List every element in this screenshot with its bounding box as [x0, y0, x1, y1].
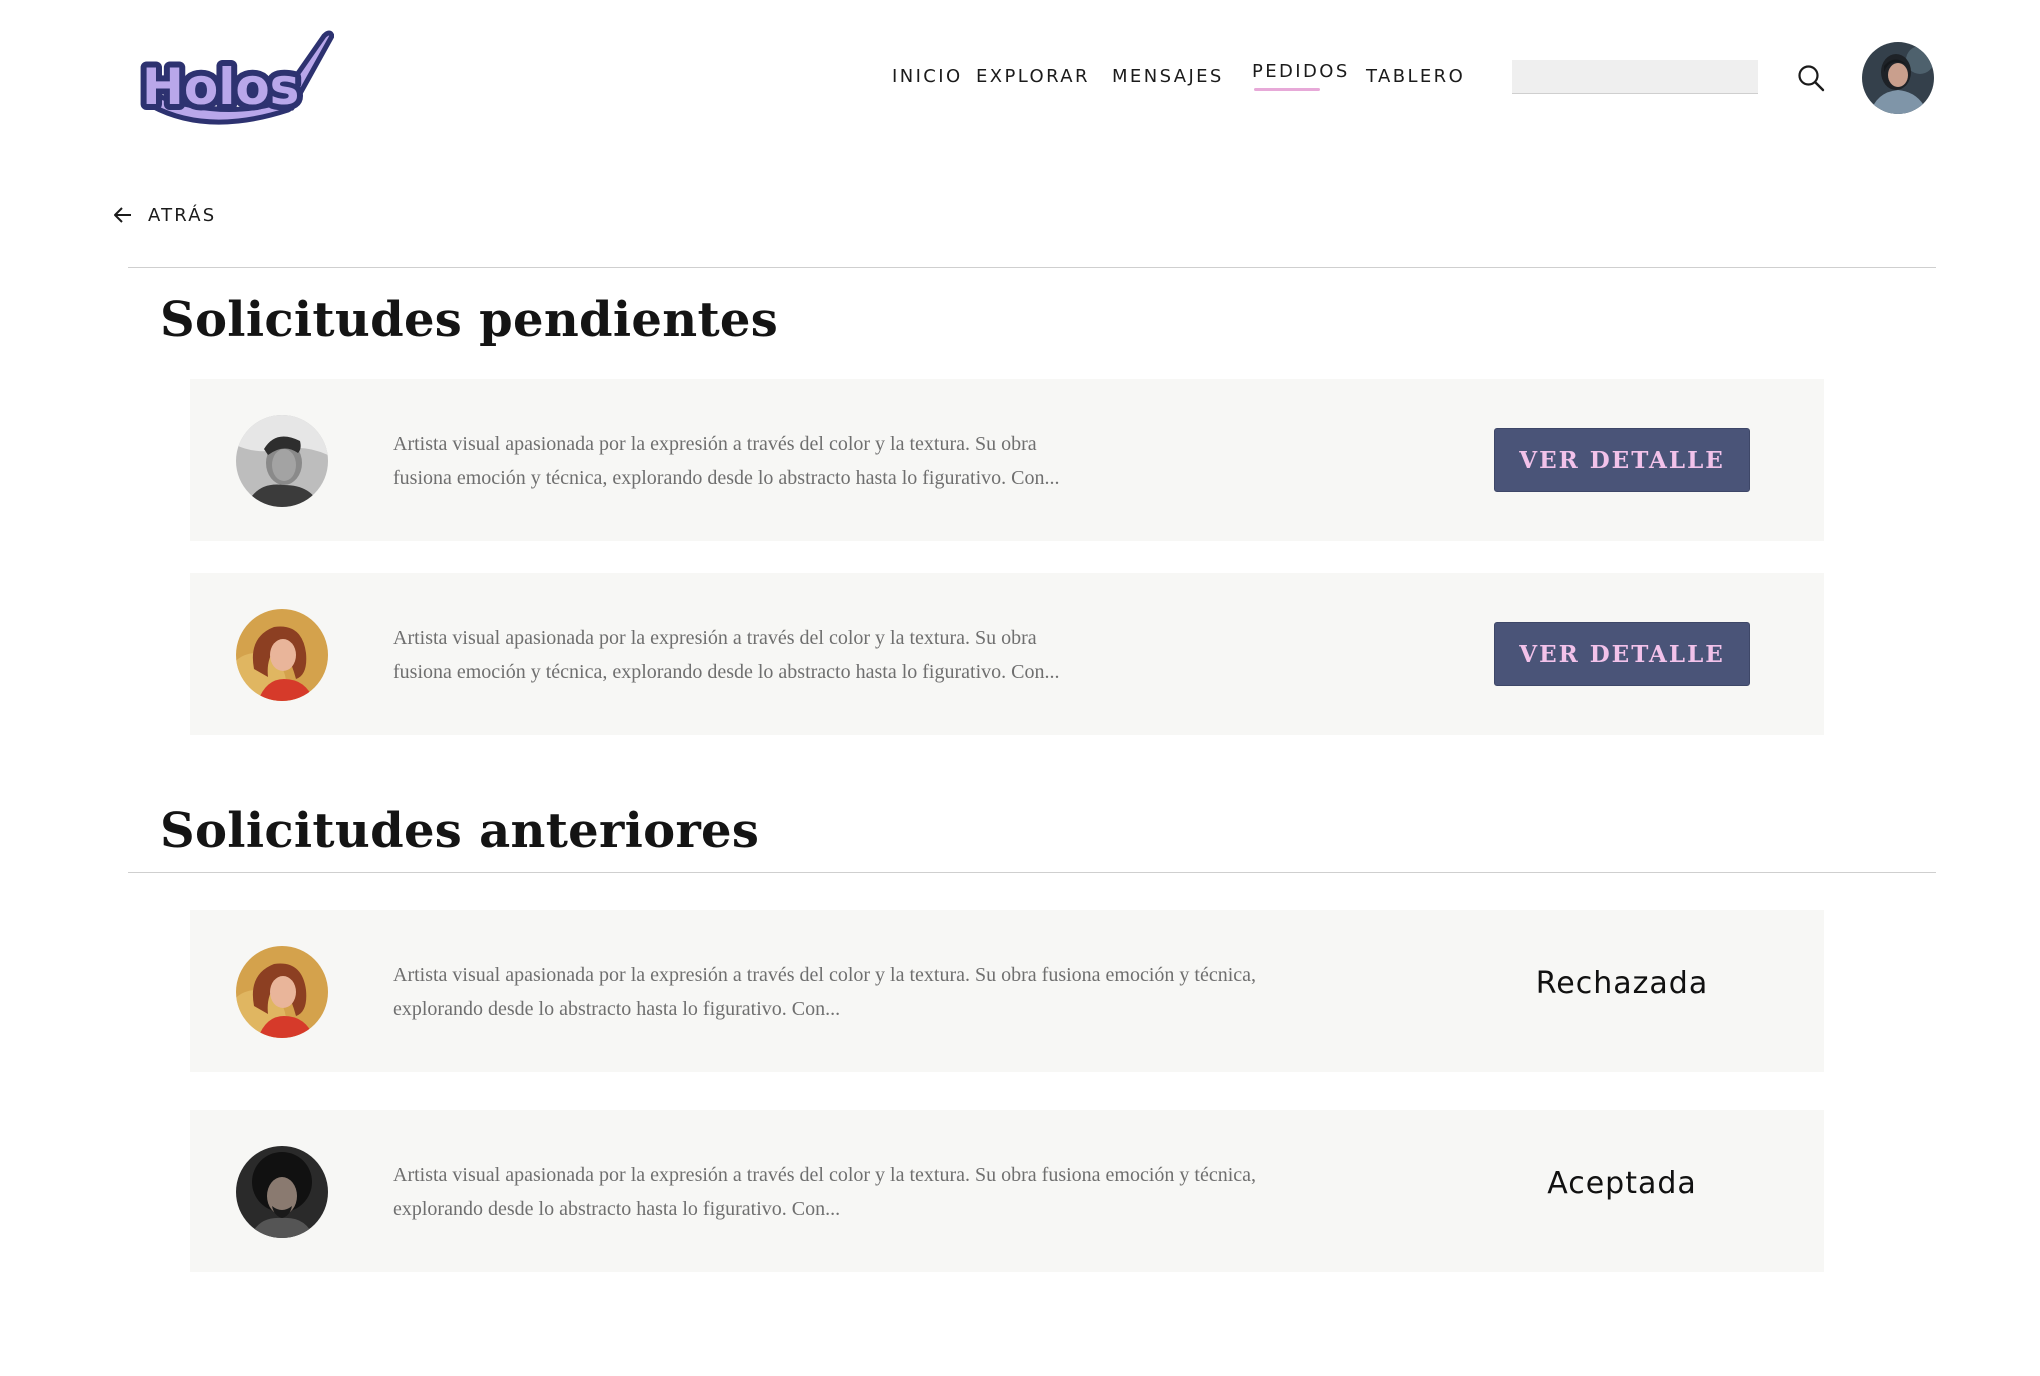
requester-avatar[interactable] — [236, 946, 328, 1038]
divider-top — [128, 267, 1936, 268]
requester-avatar[interactable] — [236, 609, 328, 701]
request-description: Artista visual apasionada por la expresi… — [393, 1164, 1257, 1220]
holos-logo[interactable]: Holos Holos — [138, 26, 334, 130]
arrow-left-icon — [114, 207, 131, 223]
previous-request-card: Artista visual apasionada por la expresi… — [190, 910, 1824, 1072]
requester-avatar[interactable] — [236, 415, 328, 507]
request-description: Artista visual apasionada por la expresi… — [393, 627, 1060, 683]
previous-title: Solicitudes anteriores — [160, 803, 760, 859]
search-input[interactable] — [1512, 60, 1758, 94]
nav-inicio[interactable]: INICIO — [892, 66, 963, 87]
view-detail-button[interactable]: VER DETALLE — [1494, 622, 1750, 686]
request-description: Artista visual apasionada por la expresi… — [393, 964, 1257, 1020]
requester-avatar[interactable] — [236, 1146, 328, 1238]
previous-request-card: Artista visual apasionada por la expresi… — [190, 1110, 1824, 1272]
svg-text:Holos: Holos — [142, 58, 299, 116]
search-icon[interactable] — [1796, 63, 1826, 93]
pending-request-card: Artista visual apasionada por la expresi… — [190, 379, 1824, 541]
back-label: ATRÁS — [148, 204, 217, 226]
status-badge: Aceptada — [1547, 1166, 1697, 1201]
user-avatar[interactable] — [1862, 42, 1934, 114]
view-detail-button[interactable]: VER DETALLE — [1494, 428, 1750, 492]
status-badge: Rechazada — [1535, 966, 1709, 1001]
active-nav-indicator — [1254, 88, 1320, 91]
nav-explorar[interactable]: EXPLORAR — [976, 66, 1090, 87]
nav-mensajes[interactable]: MENSAJES — [1112, 66, 1224, 87]
request-description: Artista visual apasionada por la expresi… — [393, 433, 1060, 489]
nav-tablero[interactable]: TABLERO — [1366, 66, 1465, 87]
nav-pedidos[interactable]: PEDIDOS — [1252, 61, 1350, 82]
pending-title: Solicitudes pendientes — [160, 292, 779, 348]
divider-previous — [128, 872, 1936, 873]
back-link[interactable]: ATRÁS — [112, 204, 216, 226]
pending-request-card: Artista visual apasionada por la expresi… — [190, 573, 1824, 735]
